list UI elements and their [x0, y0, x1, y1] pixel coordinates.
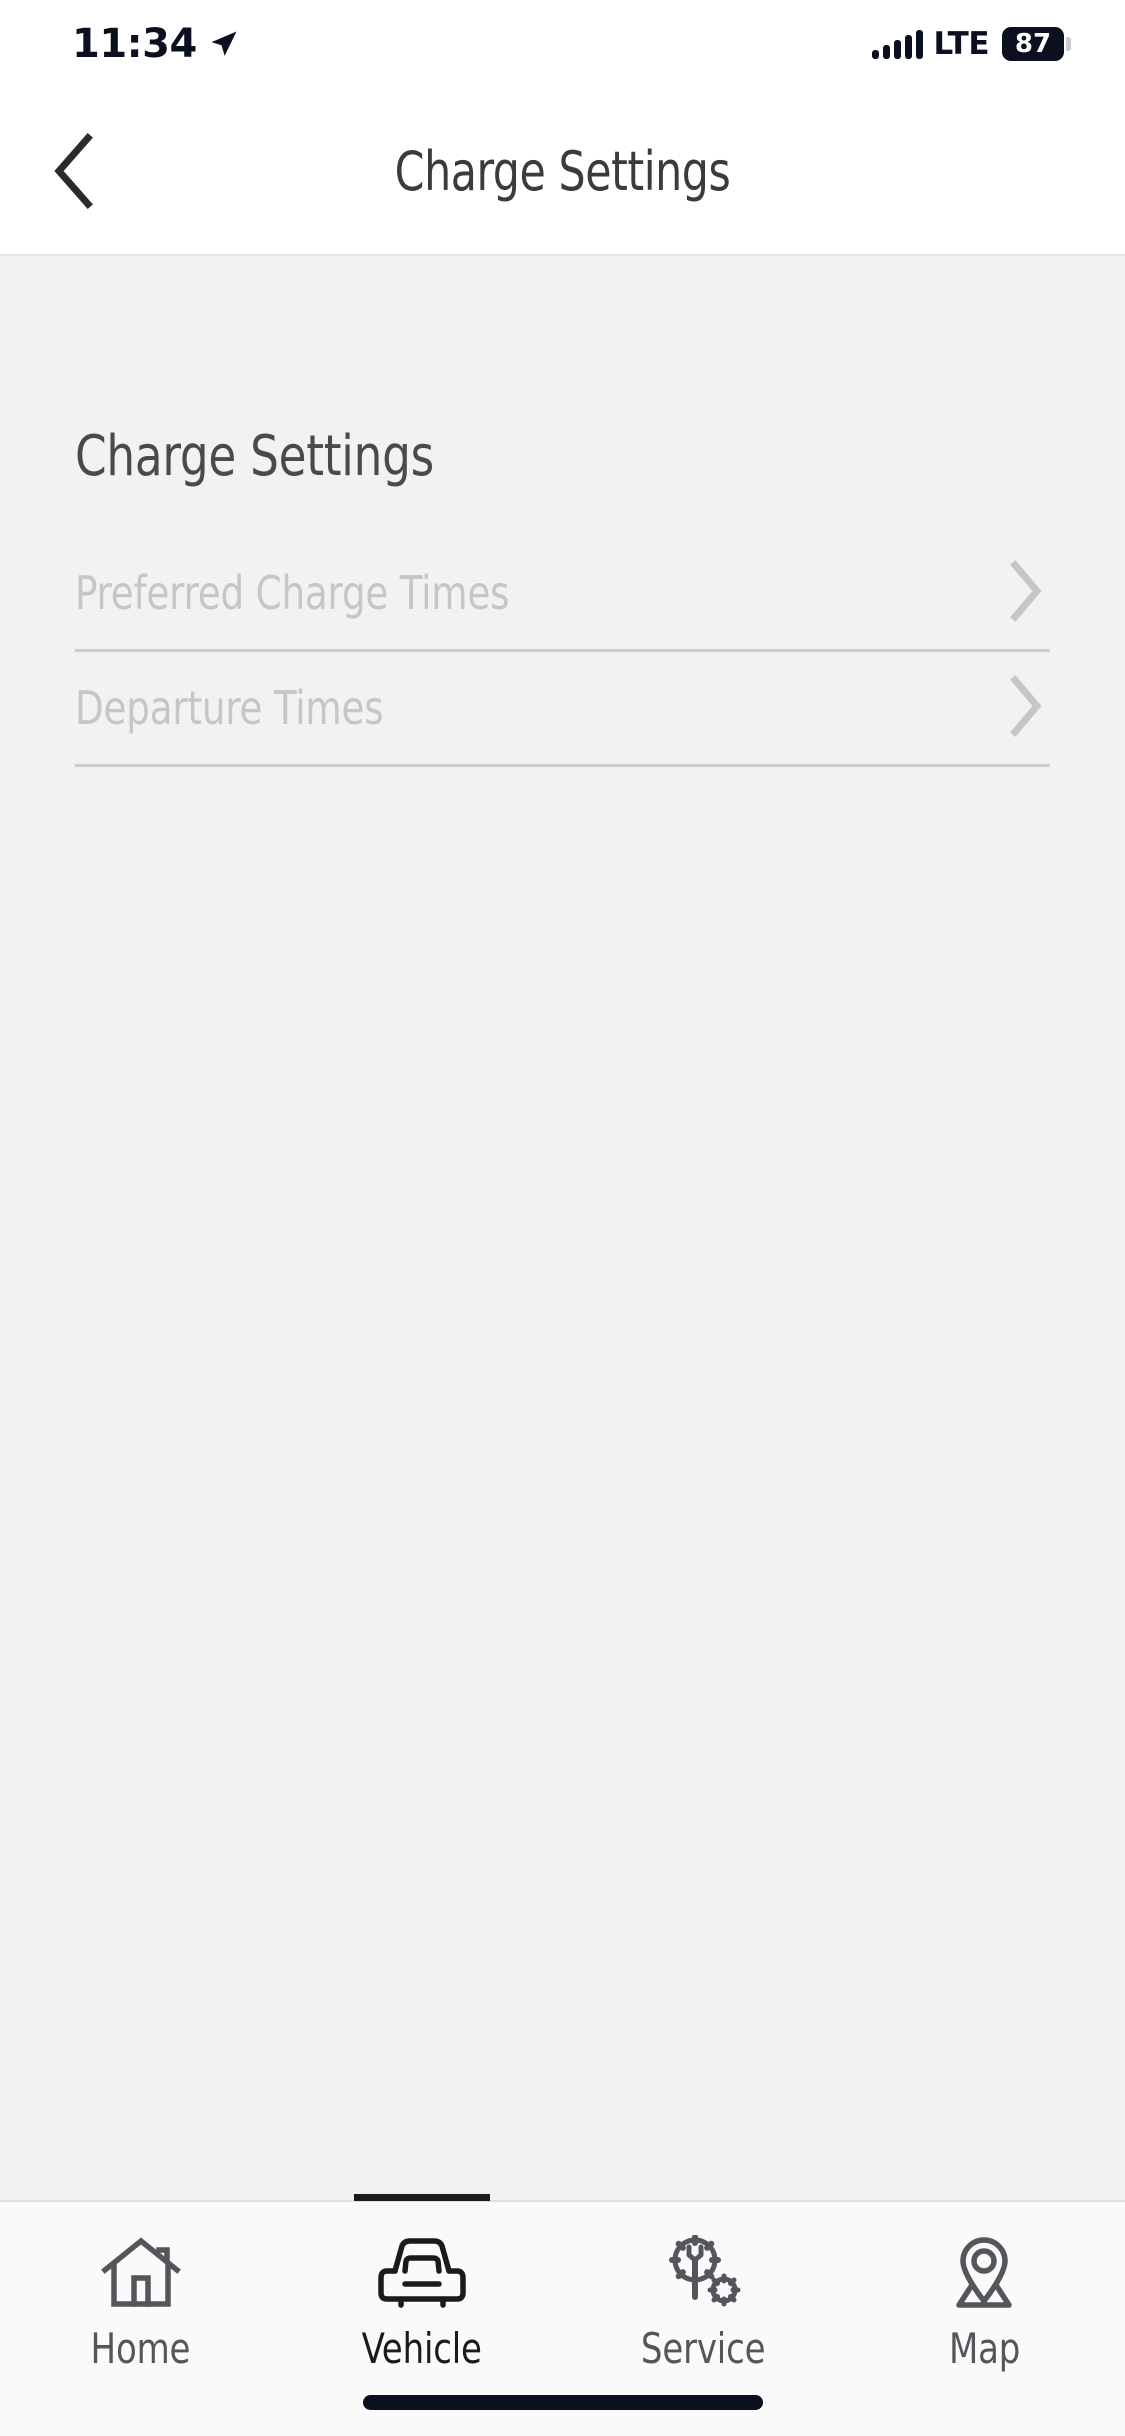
gear-wrench-icon	[662, 2232, 744, 2314]
network-type-label: LTE	[933, 25, 990, 62]
chevron-right-icon	[1008, 559, 1044, 627]
tab-home[interactable]: Home	[0, 2202, 281, 2436]
page-title: Charge Settings	[394, 139, 731, 203]
status-bar-right: LTE 87	[871, 25, 1071, 62]
phone-screen: 11:34 LTE 87 Charge Settings Charge Sett…	[0, 0, 1125, 2436]
section-heading: Charge Settings	[75, 424, 435, 489]
navigation-header: Charge Settings	[0, 88, 1125, 256]
tab-service[interactable]: Service	[563, 2202, 844, 2436]
tab-vehicle[interactable]: Vehicle	[281, 2194, 562, 2436]
chevron-right-icon	[1008, 674, 1044, 742]
tab-label: Service	[640, 2324, 766, 2373]
tab-map[interactable]: Map	[844, 2202, 1125, 2436]
cellular-signal-icon	[871, 29, 923, 59]
tab-label: Map	[948, 2324, 1020, 2373]
status-bar-clock: 11:34	[72, 21, 197, 67]
map-pin-icon	[945, 2232, 1023, 2314]
bottom-tab-bar: Home Vehicle Service Map	[0, 2194, 1125, 2436]
settings-list: Preferred Charge Times Departure Times	[75, 537, 1050, 767]
list-item-label: Preferred Charge Times	[75, 566, 510, 620]
battery-icon: 87	[1002, 27, 1071, 61]
active-tab-indicator	[353, 2194, 490, 2201]
tab-label: Vehicle	[361, 2324, 482, 2373]
main-content: Charge Settings Preferred Charge Times D…	[0, 256, 1125, 2200]
tab-label: Home	[90, 2324, 191, 2373]
list-item-label: Departure Times	[75, 681, 384, 735]
battery-percent-label: 87	[1014, 29, 1052, 59]
home-icon	[100, 2232, 181, 2314]
list-item-departure-times[interactable]: Departure Times	[75, 652, 1050, 767]
list-item-preferred-charge-times[interactable]: Preferred Charge Times	[75, 537, 1050, 652]
location-arrow-icon	[209, 29, 239, 59]
status-bar: 11:34 LTE 87	[0, 0, 1125, 88]
status-bar-left: 11:34	[72, 24, 239, 64]
car-icon	[375, 2232, 469, 2314]
